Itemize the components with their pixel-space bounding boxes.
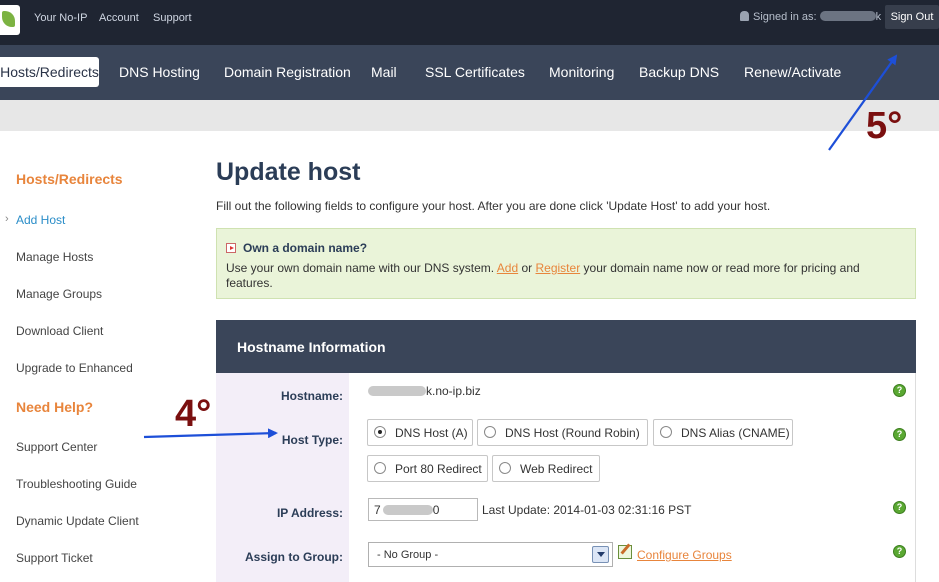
redacted-ip	[382, 505, 433, 515]
top-link-your-noip[interactable]: Your No-IP	[34, 12, 87, 24]
sidebar-item-troubleshooting[interactable]: Troubleshooting Guide	[16, 477, 137, 491]
edit-icon[interactable]	[618, 545, 632, 559]
noip-logo[interactable]	[0, 5, 20, 35]
hostname-suffix: k.no-ip.biz	[426, 384, 481, 398]
expand-icon[interactable]	[226, 243, 236, 253]
radio-icon[interactable]	[660, 426, 672, 438]
top-link-account[interactable]: Account	[99, 12, 139, 24]
redacted-hostname	[368, 386, 426, 396]
help-icon-ip[interactable]: ?	[893, 501, 906, 514]
nav-mail[interactable]: Mail	[371, 64, 397, 80]
chevron-right-icon: ›	[5, 213, 9, 225]
annotation-step-5: 5°	[866, 105, 903, 147]
nav-renew-activate[interactable]: Renew/Activate	[744, 64, 841, 80]
add-domain-link[interactable]: Add	[497, 261, 518, 275]
own-domain-text-before: Use your own domain name with our DNS sy…	[226, 261, 495, 275]
sub-bar	[0, 100, 939, 131]
host-type-cname-label: DNS Alias (CNAME)	[681, 426, 790, 440]
group-select-value: - No Group -	[377, 549, 439, 561]
nav-backup-dns[interactable]: Backup DNS	[639, 64, 719, 80]
hostname-label: Hostname:	[280, 389, 343, 403]
own-domain-or: or	[521, 261, 533, 275]
last-update-text: Last Update: 2014-01-03 02:31:16 PST	[482, 503, 692, 517]
ip-suffix: 0	[432, 503, 440, 517]
help-icon-group[interactable]: ?	[893, 545, 906, 558]
main-nav: Hosts/Redirects DNS Hosting Domain Regis…	[0, 45, 939, 100]
host-type-dns-a-label: DNS Host (A)	[395, 426, 468, 440]
chevron-down-icon[interactable]	[592, 546, 609, 563]
host-type-port80-label: Port 80 Redirect	[395, 462, 482, 476]
nav-dns-hosting[interactable]: DNS Hosting	[119, 64, 200, 80]
sidebar-heading-hosts: Hosts/Redirects	[16, 171, 123, 187]
nav-ssl-certificates[interactable]: SSL Certificates	[425, 64, 525, 80]
top-link-support[interactable]: Support	[153, 12, 192, 24]
radio-icon[interactable]	[484, 426, 496, 438]
sidebar-item-dynamic-update-client[interactable]: Dynamic Update Client	[16, 514, 139, 528]
hostname-value: k.no-ip.biz	[368, 384, 481, 398]
radio-icon[interactable]	[499, 462, 511, 474]
sidebar-item-add-host[interactable]: Add Host	[16, 213, 65, 227]
own-domain-text: Use your own domain name with our DNS sy…	[226, 261, 906, 291]
sidebar-item-support-ticket[interactable]: Support Ticket	[16, 551, 93, 565]
own-domain-box: Own a domain name? Use your own domain n…	[216, 228, 916, 299]
nav-monitoring[interactable]: Monitoring	[549, 64, 614, 80]
hostname-info-title: Hostname Information	[237, 339, 386, 355]
leaf-icon	[2, 11, 15, 27]
ip-address-label: IP Address:	[276, 506, 343, 520]
sidebar-item-manage-hosts[interactable]: Manage Hosts	[16, 250, 93, 264]
sidebar-heading-help: Need Help?	[16, 399, 94, 415]
signed-in-label: Signed in as:	[753, 11, 817, 23]
sidebar-item-manage-groups[interactable]: Manage Groups	[16, 287, 102, 301]
top-bar: Your No-IP Account Support Signed in as:…	[0, 0, 939, 45]
sidebar-item-support-center[interactable]: Support Center	[16, 440, 97, 454]
hostname-info-header: Hostname Information	[216, 320, 916, 373]
help-icon-host-type[interactable]: ?	[893, 428, 906, 441]
intro-text: Fill out the following fields to configu…	[216, 199, 771, 213]
ip-address-input[interactable]: 70	[368, 498, 478, 521]
host-type-round-robin-label: DNS Host (Round Robin)	[505, 426, 640, 440]
host-type-web-redirect-label: Web Redirect	[520, 462, 593, 476]
ip-prefix: 7	[374, 503, 381, 517]
nav-domain-registration[interactable]: Domain Registration	[224, 64, 351, 80]
page-title: Update host	[216, 158, 361, 186]
assign-group-label: Assign to Group:	[245, 550, 343, 564]
radio-selected-icon[interactable]	[374, 426, 386, 438]
annotation-step-4: 4°	[175, 393, 212, 435]
help-icon-hostname[interactable]: ?	[893, 384, 906, 397]
host-type-label: Host Type:	[281, 433, 343, 447]
own-domain-title[interactable]: Own a domain name?	[243, 241, 367, 255]
sidebar-item-download-client[interactable]: Download Client	[16, 324, 103, 338]
username-suffix: k	[875, 11, 882, 23]
nav-hosts-redirects[interactable]: Hosts/Redirects	[0, 57, 99, 87]
sidebar-item-upgrade-enhanced[interactable]: Upgrade to Enhanced	[16, 361, 133, 375]
configure-groups-link[interactable]: Configure Groups	[637, 548, 732, 562]
signed-in-info: Signed in as: k	[740, 11, 881, 23]
user-icon	[740, 11, 749, 21]
redacted-username	[819, 11, 876, 21]
register-domain-link[interactable]: Register	[536, 261, 581, 275]
sign-out-button[interactable]: Sign Out	[885, 5, 939, 29]
radio-icon[interactable]	[374, 462, 386, 474]
group-select[interactable]: - No Group -	[368, 542, 613, 567]
